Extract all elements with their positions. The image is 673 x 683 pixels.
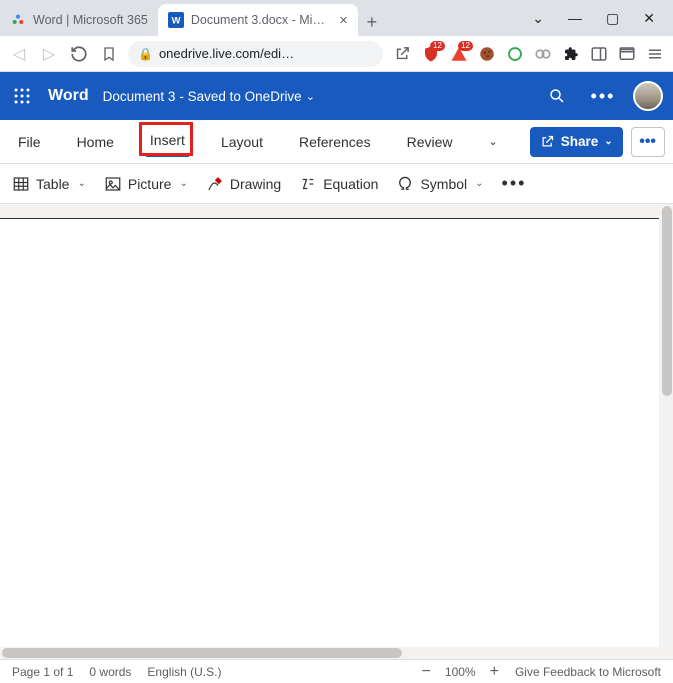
zoom-level[interactable]: 100%: [445, 665, 476, 679]
feedback-link[interactable]: Give Feedback to Microsoft: [515, 665, 661, 679]
picture-icon: [104, 175, 122, 193]
search-button[interactable]: [541, 80, 573, 112]
circle-extension-icon[interactable]: [505, 44, 525, 64]
drawing-button[interactable]: Drawing: [206, 175, 281, 193]
new-tab-button[interactable]: +: [358, 8, 386, 36]
panel-icon[interactable]: [589, 44, 609, 64]
tab-label: Word | Microsoft 365: [33, 13, 148, 27]
chevron-down-icon: ⌄: [475, 178, 483, 189]
minimize-button[interactable]: —: [568, 10, 582, 26]
browser-toolbar: ◁ ▷ 🔒 onedrive.live.com/edi… 12 12: [0, 36, 673, 72]
page-indicator[interactable]: Page 1 of 1: [12, 665, 73, 679]
puzzle-extension-icon[interactable]: [561, 44, 581, 64]
horizontal-scrollbar[interactable]: [0, 647, 659, 659]
status-bar: Page 1 of 1 0 words English (U.S.) − 100…: [0, 659, 673, 683]
chevron-down-icon: ⌄: [306, 90, 315, 103]
browser-tab-active[interactable]: W Document 3.docx - Micros ×: [158, 4, 358, 36]
zoom-in-button[interactable]: +: [490, 663, 499, 681]
word-count[interactable]: 0 words: [89, 665, 131, 679]
lock-icon: 🔒: [138, 47, 153, 61]
table-icon: [12, 175, 30, 193]
ribbon-tabs: File Home Insert Layout References Revie…: [0, 120, 673, 164]
language-button[interactable]: English (U.S.): [147, 665, 221, 679]
svg-text:W: W: [171, 15, 180, 25]
cmd-label: Drawing: [230, 176, 281, 192]
ribbon-commands: Table ⌄ Picture ⌄ Drawing Equation Symbo…: [0, 164, 673, 204]
tab-review[interactable]: Review: [403, 128, 457, 156]
triangle-extension-icon[interactable]: 12: [449, 44, 469, 64]
cmd-label: Symbol: [420, 176, 467, 192]
ext-badge: 12: [458, 41, 473, 51]
share-button[interactable]: Share ⌄: [530, 127, 623, 157]
window-controls: ⌄ — ▢ ✕: [514, 0, 673, 36]
more-commands-button[interactable]: •••: [502, 173, 527, 194]
tab-insert[interactable]: Insert: [146, 126, 189, 157]
ribbon-overflow-button[interactable]: •••: [631, 127, 665, 157]
drawing-icon: [206, 175, 224, 193]
cmd-label: Table: [36, 176, 69, 192]
scrollbar-thumb[interactable]: [2, 648, 402, 658]
document-area: [0, 204, 673, 659]
wallet-icon[interactable]: [617, 44, 637, 64]
cookie-extension-icon[interactable]: [477, 44, 497, 64]
menu-icon[interactable]: [645, 44, 665, 64]
more-options-button[interactable]: •••: [587, 80, 619, 112]
forward-button[interactable]: ▷: [38, 43, 60, 65]
ext-badge: 12: [430, 41, 445, 51]
chevron-down-icon: ⌄: [179, 178, 187, 189]
chevron-down-icon[interactable]: ⌄: [532, 10, 544, 27]
zoom-out-button[interactable]: −: [422, 663, 431, 681]
equation-button[interactable]: Equation: [299, 175, 378, 193]
user-avatar[interactable]: [633, 81, 663, 111]
symbol-icon: [396, 175, 414, 193]
cmd-label: Equation: [323, 176, 378, 192]
tab-more[interactable]: ⌄: [484, 129, 501, 154]
share-label: Share: [561, 134, 599, 149]
cmd-label: Picture: [128, 176, 172, 192]
word-icon: W: [168, 12, 184, 28]
browser-tab-strip: Word | Microsoft 365 W Document 3.docx -…: [0, 0, 673, 36]
word-header: Word Document 3 - Saved to OneDrive ⌄ ••…: [0, 72, 673, 120]
document-page[interactable]: [0, 218, 659, 659]
shield-extension-icon[interactable]: 12: [421, 44, 441, 64]
table-button[interactable]: Table ⌄: [12, 175, 86, 193]
app-launcher-button[interactable]: [10, 84, 34, 108]
chevron-down-icon: ⌄: [604, 136, 612, 147]
link-extension-icon[interactable]: [533, 44, 553, 64]
doc-status: - Saved to OneDrive: [179, 89, 301, 104]
back-button[interactable]: ◁: [8, 43, 30, 65]
picture-button[interactable]: Picture ⌄: [104, 175, 188, 193]
symbol-button[interactable]: Symbol ⌄: [396, 175, 483, 193]
document-title[interactable]: Document 3 - Saved to OneDrive ⌄: [103, 89, 315, 104]
scrollbar-thumb[interactable]: [662, 206, 672, 396]
bookmark-icon[interactable]: [98, 43, 120, 65]
url-input[interactable]: 🔒 onedrive.live.com/edi…: [128, 41, 383, 67]
equation-icon: [299, 175, 317, 193]
doc-name: Document 3: [103, 89, 176, 104]
close-icon[interactable]: ×: [339, 12, 348, 29]
tab-home[interactable]: Home: [73, 128, 118, 156]
browser-tab[interactable]: Word | Microsoft 365: [0, 4, 158, 36]
tab-label: Document 3.docx - Micros: [191, 13, 326, 27]
maximize-button[interactable]: ▢: [606, 10, 619, 27]
zoom-controls: − 100% +: [422, 663, 499, 681]
close-window-button[interactable]: ✕: [643, 10, 655, 27]
vertical-scrollbar[interactable]: [661, 204, 673, 659]
share-url-icon[interactable]: [391, 43, 413, 65]
extensions: 12 12: [421, 44, 665, 64]
tab-references[interactable]: References: [295, 128, 375, 156]
chevron-down-icon: ⌄: [77, 178, 85, 189]
tab-layout[interactable]: Layout: [217, 128, 267, 156]
tab-file[interactable]: File: [14, 128, 45, 156]
m365-icon: [10, 12, 26, 28]
app-name: Word: [48, 87, 89, 105]
reload-button[interactable]: [68, 43, 90, 65]
url-text: onedrive.live.com/edi…: [159, 46, 294, 61]
